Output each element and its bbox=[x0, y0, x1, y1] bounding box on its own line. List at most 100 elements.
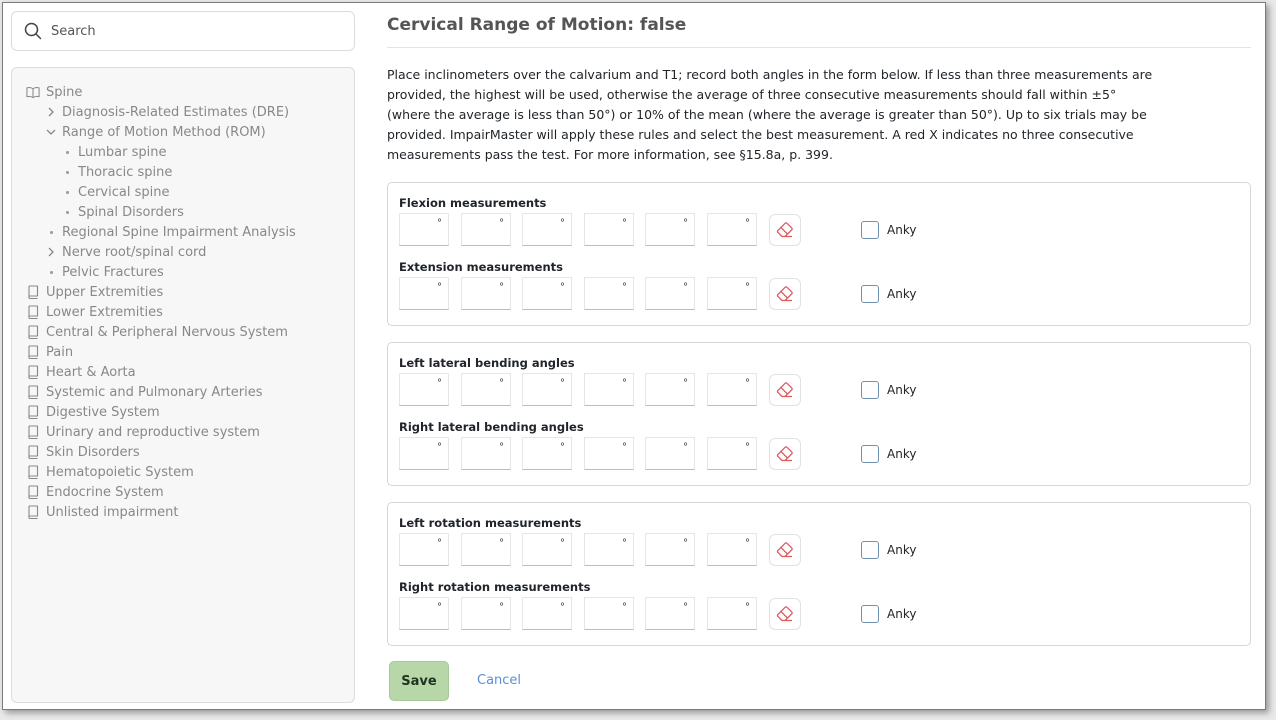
angle-input[interactable]: ° bbox=[461, 437, 511, 470]
angle-input[interactable]: ° bbox=[461, 277, 511, 310]
sidebar-item[interactable]: Central & Peripheral Nervous System bbox=[12, 322, 354, 342]
angle-input[interactable]: ° bbox=[399, 213, 449, 246]
angle-input[interactable]: ° bbox=[399, 277, 449, 310]
cancel-link[interactable]: Cancel bbox=[477, 673, 521, 688]
angle-input[interactable]: ° bbox=[584, 597, 634, 630]
sidebar-item[interactable]: Regional Spine Impairment Analysis bbox=[12, 222, 354, 242]
angle-input[interactable]: ° bbox=[584, 213, 634, 246]
book-icon bbox=[26, 445, 40, 459]
eraser-icon bbox=[776, 606, 794, 622]
degree-unit: ° bbox=[622, 442, 627, 453]
degree-unit: ° bbox=[745, 282, 750, 293]
anky-checkbox[interactable] bbox=[861, 221, 879, 239]
angle-input[interactable]: ° bbox=[522, 533, 572, 566]
angle-input[interactable]: ° bbox=[522, 213, 572, 246]
sidebar-nav: Spine Diagnosis-Related Estimates (DRE) Ra… bbox=[11, 67, 355, 703]
angle-input[interactable]: ° bbox=[707, 373, 757, 406]
angle-input[interactable]: ° bbox=[399, 597, 449, 630]
angle-input[interactable]: ° bbox=[645, 597, 695, 630]
angle-input[interactable]: ° bbox=[645, 213, 695, 246]
degree-unit: ° bbox=[745, 218, 750, 229]
search-box[interactable] bbox=[11, 11, 355, 51]
angle-input[interactable]: ° bbox=[707, 437, 757, 470]
anky-checkbox[interactable] bbox=[861, 605, 879, 623]
angle-input[interactable]: ° bbox=[399, 533, 449, 566]
angle-input[interactable]: ° bbox=[584, 277, 634, 310]
measurement-label: Extension measurements bbox=[399, 260, 563, 274]
sidebar-item[interactable]: Nerve root/spinal cord bbox=[12, 242, 354, 262]
clear-button[interactable] bbox=[769, 278, 801, 310]
angle-input[interactable]: ° bbox=[645, 533, 695, 566]
clear-button[interactable] bbox=[769, 374, 801, 406]
angle-input[interactable]: ° bbox=[399, 373, 449, 406]
degree-unit: ° bbox=[437, 602, 442, 613]
sidebar-item[interactable]: Diagnosis-Related Estimates (DRE) bbox=[12, 102, 354, 122]
angle-input[interactable]: ° bbox=[461, 213, 511, 246]
sidebar-item-label: Digestive System bbox=[46, 404, 160, 420]
sidebar-item[interactable]: Hematopoietic System bbox=[12, 462, 354, 482]
anky-checkbox[interactable] bbox=[861, 381, 879, 399]
app-window: Spine Diagnosis-Related Estimates (DRE) Ra… bbox=[2, 2, 1266, 710]
sidebar-item[interactable]: Lumbar spine bbox=[12, 142, 354, 162]
sidebar-item[interactable]: Systemic and Pulmonary Arteries bbox=[12, 382, 354, 402]
angle-input[interactable]: ° bbox=[522, 277, 572, 310]
sidebar-item[interactable]: Lower Extremities bbox=[12, 302, 354, 322]
degree-unit: ° bbox=[437, 538, 442, 549]
book-icon bbox=[26, 425, 40, 439]
anky-checkbox[interactable] bbox=[861, 445, 879, 463]
sidebar-item-label: Spine bbox=[46, 84, 83, 100]
eraser-icon bbox=[776, 542, 794, 558]
angle-input[interactable]: ° bbox=[707, 277, 757, 310]
measurement-row: Flexion measurements ° ° ° ° ° ° Anky bbox=[399, 184, 1239, 248]
bullet-icon bbox=[60, 165, 74, 179]
angle-input[interactable]: ° bbox=[645, 373, 695, 406]
angle-input[interactable]: ° bbox=[522, 437, 572, 470]
clear-button[interactable] bbox=[769, 534, 801, 566]
eraser-icon bbox=[776, 382, 794, 398]
sidebar-item-label: Diagnosis-Related Estimates (DRE) bbox=[62, 104, 290, 120]
angle-input[interactable]: ° bbox=[461, 533, 511, 566]
sidebar-item[interactable]: Cervical spine bbox=[12, 182, 354, 202]
degree-unit: ° bbox=[499, 218, 504, 229]
anky-checkbox[interactable] bbox=[861, 541, 879, 559]
anky-checkbox[interactable] bbox=[861, 285, 879, 303]
angle-input[interactable]: ° bbox=[707, 597, 757, 630]
degree-unit: ° bbox=[499, 282, 504, 293]
angle-input[interactable]: ° bbox=[522, 597, 572, 630]
sidebar-item[interactable]: Skin Disorders bbox=[12, 442, 354, 462]
clear-button[interactable] bbox=[769, 598, 801, 630]
clear-button[interactable] bbox=[769, 438, 801, 470]
angle-input[interactable]: ° bbox=[707, 213, 757, 246]
sidebar-item[interactable]: Endocrine System bbox=[12, 482, 354, 502]
sidebar-item[interactable]: Pain bbox=[12, 342, 354, 362]
sidebar-item[interactable]: Spinal Disorders bbox=[12, 202, 354, 222]
angle-input[interactable]: ° bbox=[399, 437, 449, 470]
measurement-label: Left lateral bending angles bbox=[399, 356, 575, 370]
book-icon bbox=[26, 485, 40, 499]
sidebar-item[interactable]: Pelvic Fractures bbox=[12, 262, 354, 282]
angle-input[interactable]: ° bbox=[522, 373, 572, 406]
angle-input[interactable]: ° bbox=[584, 373, 634, 406]
save-button[interactable]: Save bbox=[389, 661, 449, 701]
sidebar-item[interactable]: Heart & Aorta bbox=[12, 362, 354, 382]
angle-input[interactable]: ° bbox=[645, 437, 695, 470]
angle-input[interactable]: ° bbox=[584, 437, 634, 470]
sidebar-item[interactable]: Unlisted impairment bbox=[12, 502, 354, 522]
clear-button[interactable] bbox=[769, 214, 801, 246]
sidebar-item[interactable]: Spine bbox=[12, 82, 354, 102]
angle-input[interactable]: ° bbox=[461, 373, 511, 406]
degree-unit: ° bbox=[499, 538, 504, 549]
sidebar-item[interactable]: Thoracic spine bbox=[12, 162, 354, 182]
chevron-right-icon bbox=[44, 105, 58, 119]
angle-input[interactable]: ° bbox=[461, 597, 511, 630]
sidebar-item[interactable]: Digestive System bbox=[12, 402, 354, 422]
sidebar-item[interactable]: Range of Motion Method (ROM) bbox=[12, 122, 354, 142]
sidebar-item[interactable]: Upper Extremities bbox=[12, 282, 354, 302]
search-input[interactable] bbox=[51, 23, 331, 39]
angle-input[interactable]: ° bbox=[707, 533, 757, 566]
angle-input[interactable]: ° bbox=[645, 277, 695, 310]
degree-unit: ° bbox=[560, 538, 565, 549]
sidebar-item[interactable]: Urinary and reproductive system bbox=[12, 422, 354, 442]
angle-input[interactable]: ° bbox=[584, 533, 634, 566]
sidebar-item-label: Heart & Aorta bbox=[46, 364, 136, 380]
